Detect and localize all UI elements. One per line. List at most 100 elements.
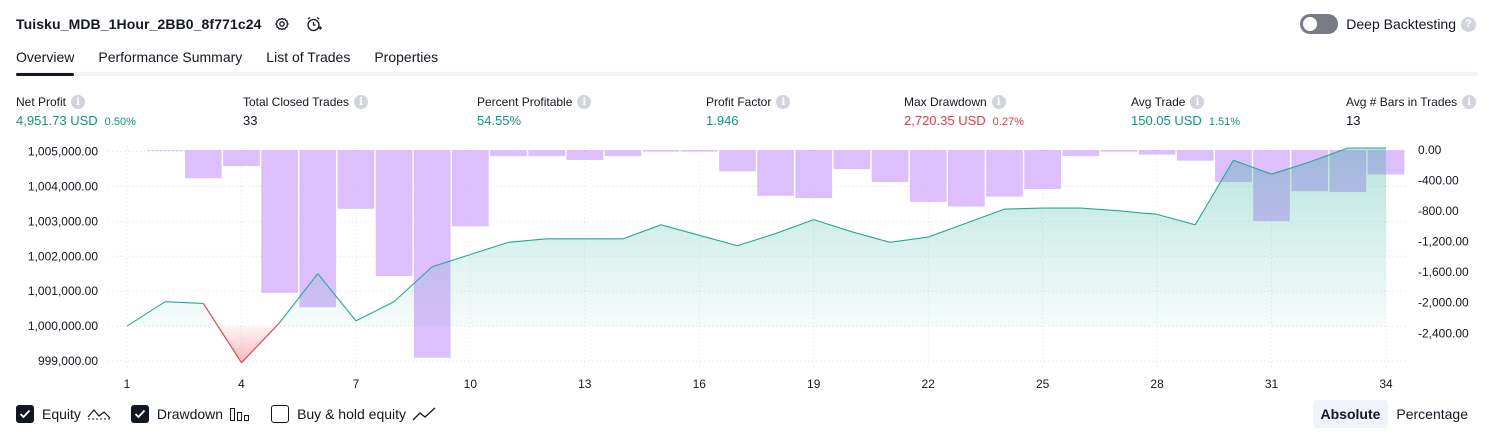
metric-percent: 1.51% <box>1208 116 1241 128</box>
x-tick-label: 31 <box>1265 377 1279 391</box>
y-left-tick-label: 1,002,000.00 <box>28 249 98 263</box>
drawdown-bar <box>871 150 909 183</box>
drawdown-bar <box>528 150 565 157</box>
metric-percent-profitable: Percent Profitable i 54.55% <box>477 94 592 128</box>
y-left-tick-label: 1,001,000.00 <box>28 284 98 298</box>
legend-item-drawdown[interactable]: Drawdown <box>130 405 251 423</box>
metric-label: Total Closed Trades <box>243 95 350 109</box>
equity-line-icon <box>87 406 111 422</box>
x-tick-label: 28 <box>1150 377 1164 391</box>
x-tick-label: 22 <box>922 377 936 391</box>
x-tick-label: 1 <box>124 377 131 391</box>
x-tick-label: 13 <box>578 377 592 391</box>
legend-item-buy-hold[interactable]: Buy & hold equity <box>271 405 436 423</box>
drawdown-bar <box>833 150 871 170</box>
drawdown-bar <box>413 150 451 358</box>
drawdown-bar <box>261 150 298 293</box>
drawdown-bar <box>680 150 718 152</box>
x-tick-label: 10 <box>464 377 478 391</box>
info-icon[interactable]: i <box>577 95 592 109</box>
legend-label: Drawdown <box>156 406 224 422</box>
legend-label: Equity <box>42 406 81 422</box>
metric-percent: 0.50% <box>104 116 136 128</box>
legend-item-equity[interactable]: Equity <box>16 405 111 423</box>
y-left-tick-label: 1,005,000.00 <box>28 144 98 158</box>
info-icon[interactable]: i <box>1462 95 1477 109</box>
drawdown-bar <box>452 150 489 227</box>
drawdown-bar <box>719 150 756 172</box>
metric-label: Net Profit <box>16 95 67 109</box>
drawdown-bar <box>223 150 260 167</box>
info-icon[interactable]: i <box>354 95 369 109</box>
y-left-tick-label: 1,003,000.00 <box>28 214 98 228</box>
deep-backtesting-toggle[interactable] <box>1300 14 1339 34</box>
metric-percent: 0.27% <box>992 116 1024 128</box>
toggle-knob <box>1303 17 1318 31</box>
strategy-title: Tuisku_MDB_1Hour_2BB0_8f771c24 <box>16 16 262 32</box>
deep-backtesting-control: Deep Backtesting ? <box>1300 12 1476 36</box>
info-icon[interactable]: i <box>71 95 86 109</box>
y-right-tick-label: -1,600.00 <box>1418 265 1469 279</box>
absolute-button[interactable]: Absolute <box>1312 400 1389 428</box>
deep-backtesting-label: Deep Backtesting <box>1346 16 1456 32</box>
tab-performance-summary[interactable]: Performance Summary <box>98 42 242 76</box>
alarm-clock-add-icon[interactable] <box>302 12 326 36</box>
drawdown-bar <box>375 150 413 276</box>
x-tick-label: 34 <box>1379 377 1393 391</box>
y-left-tick-label: 1,000,000.00 <box>28 319 98 333</box>
metric-value: 33 <box>243 113 258 128</box>
metric-profit-factor: Profit Factor i 1.946 <box>706 94 791 128</box>
tab-properties[interactable]: Properties <box>374 42 438 76</box>
drawdown-bar <box>1100 150 1138 152</box>
x-tick-label: 4 <box>238 377 245 391</box>
equity-drawdown-chart[interactable]: 1,005,000.00 1,004,000.00 1,003,000.00 1,00… <box>0 138 1494 396</box>
y-right-tick-label: -400.00 <box>1418 174 1459 188</box>
y-left-tick-label: 999,000.00 <box>38 354 98 368</box>
drawdown-bar <box>566 150 604 160</box>
info-icon[interactable]: i <box>1190 95 1205 109</box>
metric-label: Percent Profitable <box>477 95 573 109</box>
drawdown-bar <box>337 150 375 209</box>
drawdown-bar <box>1024 150 1061 189</box>
settings-gear-icon[interactable] <box>270 12 294 36</box>
drawdown-bar <box>986 150 1023 197</box>
help-icon[interactable]: ? <box>1461 16 1476 32</box>
metric-avg-trade: Avg Trade i 150.05 USD 1.51% <box>1131 94 1240 128</box>
info-icon[interactable]: i <box>776 95 791 109</box>
metric-label: Avg # Bars in Trades <box>1346 95 1458 109</box>
tab-list-of-trades[interactable]: List of Trades <box>266 42 350 76</box>
info-icon[interactable]: i <box>991 95 1006 109</box>
percentage-button[interactable]: Percentage <box>1388 400 1476 428</box>
drawdown-bar <box>948 150 985 207</box>
metric-label: Avg Trade <box>1131 95 1186 109</box>
x-tick-label: 19 <box>807 377 821 391</box>
y-right-tick-label: -800.00 <box>1418 204 1459 218</box>
drawdown-bar <box>642 150 680 152</box>
drawdown-bars-icon <box>229 406 251 422</box>
drawdown-bar <box>1138 150 1176 155</box>
report-tabs: Overview Performance Summary List of Tra… <box>16 42 462 76</box>
drawdown-bar <box>184 150 222 179</box>
drawdown-bar <box>1176 150 1214 161</box>
drawdown-bar <box>757 150 794 196</box>
metric-value: 2,720.35 USD <box>904 113 986 128</box>
metric-net-profit: Net Profit i 4,951.73 USD 0.50% <box>16 94 136 128</box>
chart-legend: Equity Drawdown Buy & hold equity <box>16 402 456 426</box>
legend-label: Buy & hold equity <box>297 406 407 422</box>
report-header: Tuisku_MDB_1Hour_2BB0_8f771c24 <box>16 12 326 36</box>
y-right-tick-label: -2,400.00 <box>1418 326 1469 340</box>
x-tick-label: 25 <box>1036 377 1050 391</box>
buy-hold-checkbox[interactable] <box>271 405 290 423</box>
drawdown-bar <box>909 150 947 202</box>
y-right-tick-label: 0.00 <box>1418 143 1442 157</box>
drawdown-bar <box>490 150 527 157</box>
y-left-tick-label: 1,004,000.00 <box>28 179 98 193</box>
value-mode-switch: Absolute Percentage <box>1312 400 1477 428</box>
metric-label: Max Drawdown <box>904 95 987 109</box>
buy-hold-line-icon <box>412 406 436 422</box>
tab-overview[interactable]: Overview <box>16 42 75 76</box>
metric-value: 4,951.73 USD <box>16 113 98 128</box>
equity-checkbox[interactable] <box>16 405 34 423</box>
metric-value: 54.55% <box>477 113 522 128</box>
drawdown-checkbox[interactable] <box>130 405 149 423</box>
